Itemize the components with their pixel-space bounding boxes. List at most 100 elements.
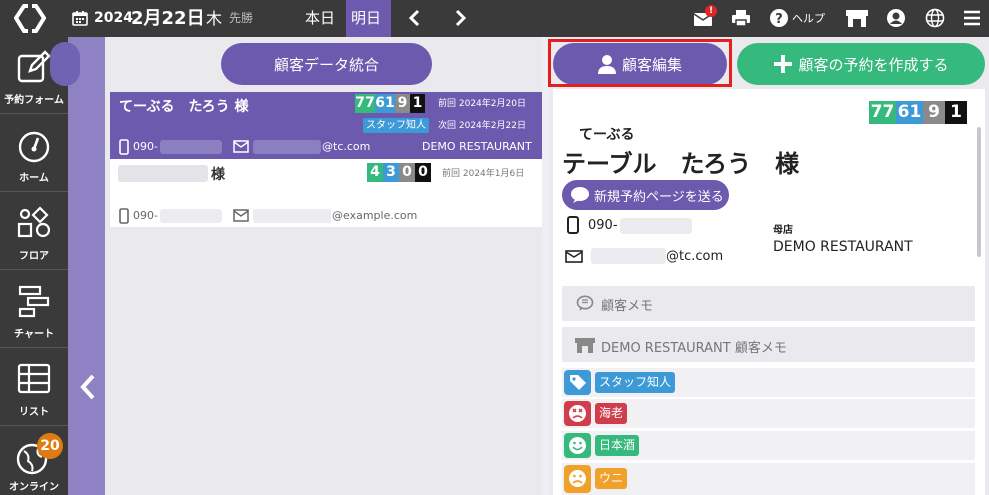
tag-label: 日本酒	[595, 435, 640, 456]
globe-language-icon[interactable]	[925, 8, 945, 28]
customer-tag-row[interactable]: ウニ	[562, 463, 975, 495]
customer-tag-row[interactable]: 日本酒	[562, 431, 975, 460]
chevron-left-icon[interactable]	[77, 372, 99, 402]
count-cancels: 9	[923, 101, 945, 124]
redacted-email	[253, 209, 331, 223]
phone-icon	[119, 208, 129, 224]
chevron-right-icon[interactable]	[450, 8, 470, 28]
smile-face-icon	[564, 433, 591, 458]
help-icon[interactable]: ?	[769, 8, 789, 28]
phone-number: 090-	[133, 209, 158, 222]
customer-result-card[interactable]: てーぶる たろう 様 77 61 9 1 前回 2024年2月20日 スタッフ知…	[110, 92, 542, 159]
date-rokuyo: 先勝	[229, 11, 254, 25]
next-visit: 次回 2024年2月22日	[438, 121, 526, 131]
table-icon	[17, 363, 51, 394]
redacted-email	[591, 248, 666, 264]
customer-name: てーぶる たろう 様	[119, 99, 249, 115]
count-reservations: 61	[896, 101, 923, 124]
tab-tomorrow-label: 明日	[351, 9, 382, 27]
redacted-email	[253, 140, 321, 154]
email: @tc.com	[322, 140, 371, 153]
create-reservation-button[interactable]: 顧客の予約を作成する	[737, 43, 985, 85]
count-cancels: 9	[395, 94, 410, 113]
app-logo-icon[interactable]	[14, 4, 46, 33]
help-label[interactable]: ヘルプ	[792, 0, 825, 37]
count-visits: 4	[367, 163, 383, 182]
prev-visit: 前回 2024年2月20日	[438, 99, 526, 109]
highlight-box	[548, 39, 732, 87]
phone-number: 090-	[588, 218, 618, 233]
customer-result-card[interactable]: 様 4 3 0 0 前回 2024年1月6日 090- @example.com	[110, 159, 542, 227]
send-reservation-page-label: 新規予約ページを送る	[594, 189, 724, 205]
date-weekday: 木	[206, 9, 223, 28]
gauge-icon	[18, 131, 50, 163]
store-customer-memo[interactable]: DEMO RESTAURANT 顧客メモ	[562, 327, 975, 362]
shapes-icon	[17, 206, 51, 238]
send-reservation-page-button[interactable]: 新規予約ページを送る	[562, 180, 729, 210]
sidebar: 予約フォーム ホーム フロア チャート リスト 20 オンライン	[0, 37, 68, 495]
phone-icon	[567, 216, 579, 234]
count-reservations: 3	[383, 163, 399, 182]
angry-face-icon	[564, 401, 591, 426]
sidebar-item-home[interactable]: ホーム	[0, 115, 68, 192]
online-count-badge: 20	[37, 433, 63, 459]
tag-badge: スタッフ知人	[363, 118, 429, 133]
collapse-tab[interactable]	[50, 42, 80, 86]
visit-count-badges: 77 61 9 1	[869, 101, 967, 124]
envelope-icon	[565, 250, 583, 263]
store-icon[interactable]	[845, 8, 869, 28]
redacted-phone	[160, 140, 222, 154]
date-day[interactable]: 2月22日	[131, 0, 205, 37]
sidebar-item-label: チャート	[14, 329, 54, 340]
plus-icon	[774, 55, 793, 73]
panel-collapse-strip[interactable]	[68, 37, 105, 495]
create-reservation-label: 顧客の予約を作成する	[798, 55, 949, 74]
visit-count-badges: 4 3 0 0	[367, 163, 431, 182]
store-name: DEMO RESTAURANT	[422, 140, 532, 153]
customer-tag-row[interactable]: スタッフ知人	[562, 368, 975, 397]
top-bar: 2024 2月22日 木 先勝 本日 明日 ! ? ヘルプ	[0, 0, 989, 37]
merge-customer-data-button[interactable]: 顧客データ統合	[221, 43, 432, 85]
home-store-label: 母店	[773, 225, 793, 236]
redacted-phone	[620, 218, 692, 234]
phone-icon	[119, 139, 129, 155]
sidebar-item-label: フロア	[19, 251, 49, 262]
chat-bubble-icon	[571, 187, 589, 203]
sidebar-item-online[interactable]: 20 オンライン	[0, 427, 68, 495]
sidebar-item-floor[interactable]: フロア	[0, 193, 68, 270]
envelope-icon	[233, 209, 249, 222]
store-customer-memo-label: DEMO RESTAURANT 顧客メモ	[601, 341, 787, 356]
chevron-left-icon[interactable]	[405, 8, 425, 28]
print-icon[interactable]	[731, 8, 751, 28]
scrollbar[interactable]	[977, 127, 981, 257]
tag-label: 海老	[595, 403, 628, 424]
customer-name: テーブル たろう 様	[562, 150, 800, 178]
customer-tag-row[interactable]: 海老	[562, 399, 975, 428]
tag-label: ウニ	[595, 468, 628, 489]
sad-face-icon	[564, 465, 591, 493]
sidebar-item-chart[interactable]: チャート	[0, 271, 68, 348]
tab-today[interactable]: 本日	[305, 0, 335, 37]
count-noshows: 1	[410, 94, 425, 113]
tab-tomorrow[interactable]: 明日	[346, 0, 391, 37]
tag-label: スタッフ知人	[595, 372, 676, 393]
user-account-icon[interactable]	[886, 8, 906, 28]
chat-memo-icon	[576, 295, 594, 311]
gantt-icon	[18, 285, 50, 318]
sidebar-item-label: 予約フォーム	[4, 95, 64, 106]
hamburger-menu-icon[interactable]	[962, 8, 982, 28]
visit-count-badges: 77 61 9 1	[355, 94, 425, 113]
customer-memo[interactable]: 顧客メモ	[562, 286, 975, 321]
sidebar-item-list[interactable]: リスト	[0, 349, 68, 426]
sidebar-item-label: オンライン	[9, 482, 59, 493]
phone-number: 090-	[133, 140, 158, 153]
customer-name: 様	[211, 167, 225, 183]
date-year[interactable]: 2024	[94, 0, 133, 37]
count-noshows: 0	[415, 163, 431, 182]
mail-badge: !	[705, 5, 717, 17]
customer-memo-label: 顧客メモ	[601, 299, 654, 314]
envelope-icon	[233, 140, 249, 153]
prev-visit: 前回 2024年1月6日	[442, 169, 525, 179]
email: @example.com	[332, 209, 418, 222]
redacted-name	[118, 165, 208, 182]
